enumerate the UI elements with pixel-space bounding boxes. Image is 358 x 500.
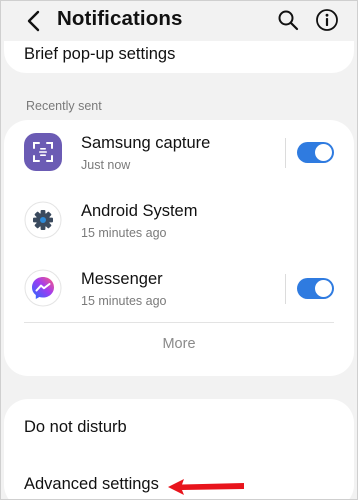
do-not-disturb-item[interactable]: Do not disturb — [24, 418, 127, 437]
back-arrow-icon[interactable] — [23, 7, 45, 35]
app-name: Android System — [81, 202, 198, 220]
app-header: Notifications — [1, 1, 357, 41]
advanced-settings-item[interactable]: Advanced settings — [24, 475, 159, 494]
samsung-capture-icon — [24, 133, 62, 171]
brief-popup-label: Brief pop-up settings — [24, 45, 176, 63]
recently-sent-card: Samsung capture Just now Android System … — [4, 120, 354, 376]
more-button[interactable]: More — [4, 336, 354, 352]
app-time: 15 minutes ago — [81, 226, 167, 240]
app-name: Messenger — [81, 270, 163, 288]
toggle-knob — [315, 280, 332, 297]
app-name: Samsung capture — [81, 134, 211, 152]
annotation-arrow-icon — [168, 479, 244, 495]
search-icon[interactable] — [277, 9, 299, 31]
toggle-knob — [315, 144, 332, 161]
list-item[interactable]: Samsung capture Just now — [4, 120, 354, 186]
android-system-icon — [24, 201, 62, 239]
page-title: Notifications — [57, 7, 183, 30]
divider — [24, 322, 334, 323]
divider — [285, 138, 286, 168]
divider — [285, 274, 286, 304]
recently-sent-label: Recently sent — [26, 99, 102, 113]
samsung-capture-toggle[interactable] — [297, 142, 334, 163]
info-icon[interactable] — [315, 8, 339, 32]
list-item[interactable]: Messenger 15 minutes ago — [4, 256, 354, 322]
list-item[interactable]: Android System 15 minutes ago — [4, 188, 354, 254]
notifications-screen: Brief pop-up settings Notifications Rece… — [0, 0, 358, 500]
messenger-icon — [24, 269, 62, 307]
app-time: Just now — [81, 158, 131, 172]
messenger-toggle[interactable] — [297, 278, 334, 299]
app-time: 15 minutes ago — [81, 294, 167, 308]
